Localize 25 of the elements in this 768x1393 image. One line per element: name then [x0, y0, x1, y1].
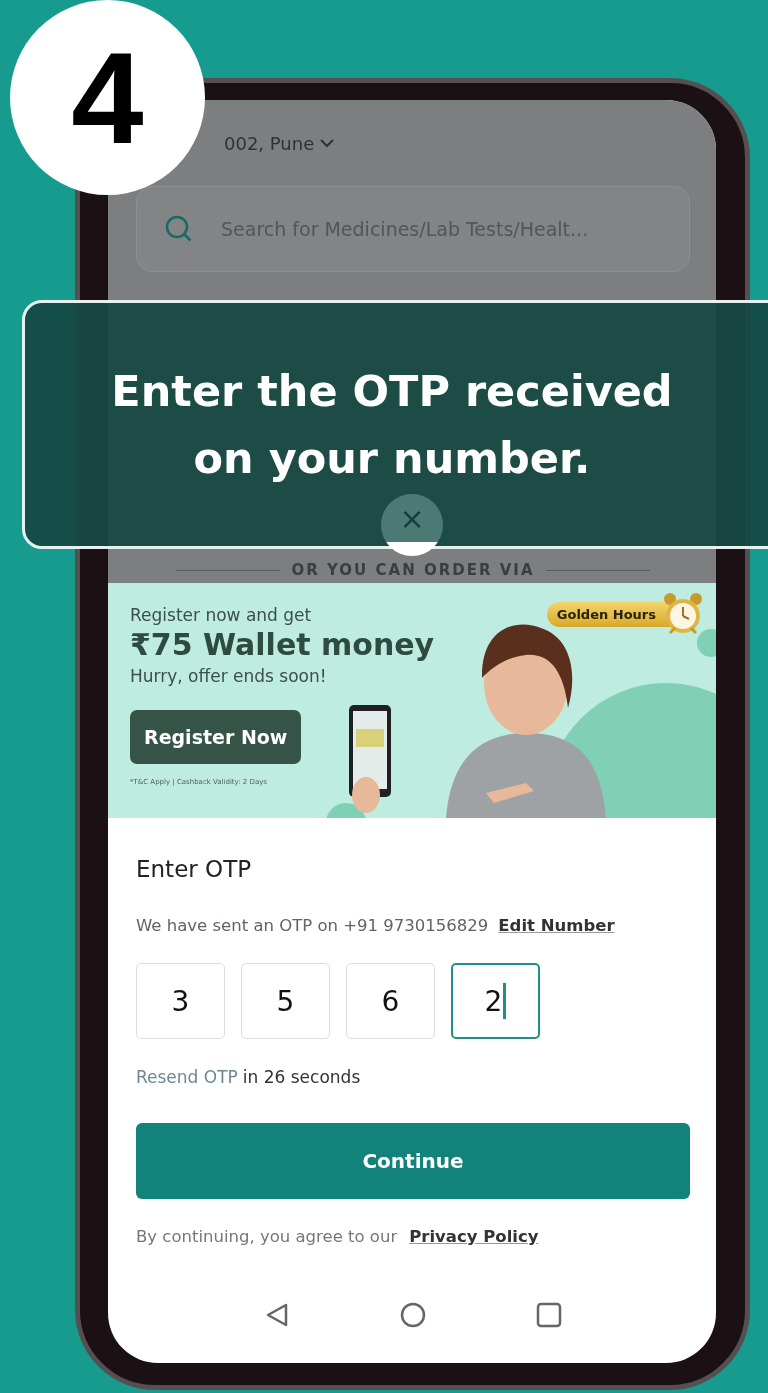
privacy-policy-link[interactable]: Privacy Policy [409, 1227, 539, 1246]
edit-number-link[interactable]: Edit Number [498, 916, 615, 935]
section-divider-label: OR YOU CAN ORDER VIA [291, 561, 535, 579]
back-icon[interactable] [264, 1302, 290, 1328]
promo-subline: Hurry, offer ends soon! [130, 666, 327, 686]
otp-sent-message: We have sent an OTP on +91 9730156829 [136, 916, 489, 935]
recent-apps-icon[interactable] [536, 1302, 562, 1328]
chevron-down-icon [320, 138, 335, 148]
otp-title: Enter OTP [136, 856, 253, 882]
home-icon[interactable] [400, 1302, 426, 1328]
otp-digit-field[interactable]: 6 [346, 963, 435, 1039]
caption-text: Enter the OTP received on your number. [110, 364, 674, 485]
search-icon [164, 214, 194, 244]
resend-timer-text: in 26 seconds [242, 1067, 361, 1087]
otp-digit-field[interactable]: 2 [451, 963, 540, 1039]
resend-otp-link[interactable]: Resend OTP [136, 1067, 238, 1087]
alarm-clock-icon [662, 591, 704, 637]
otp-digit-field[interactable]: 3 [136, 963, 225, 1039]
continue-button[interactable]: Continue [136, 1123, 690, 1199]
promo-headline: ₹75 Wallet money [130, 627, 435, 662]
step-number-badge: 4 [10, 0, 205, 195]
consent-text: By continuing, you agree to our [136, 1227, 398, 1246]
promo-intro-text: Register now and get [130, 605, 312, 625]
otp-digit-field[interactable]: 5 [241, 963, 330, 1039]
register-now-button[interactable]: Register Now [130, 710, 302, 764]
